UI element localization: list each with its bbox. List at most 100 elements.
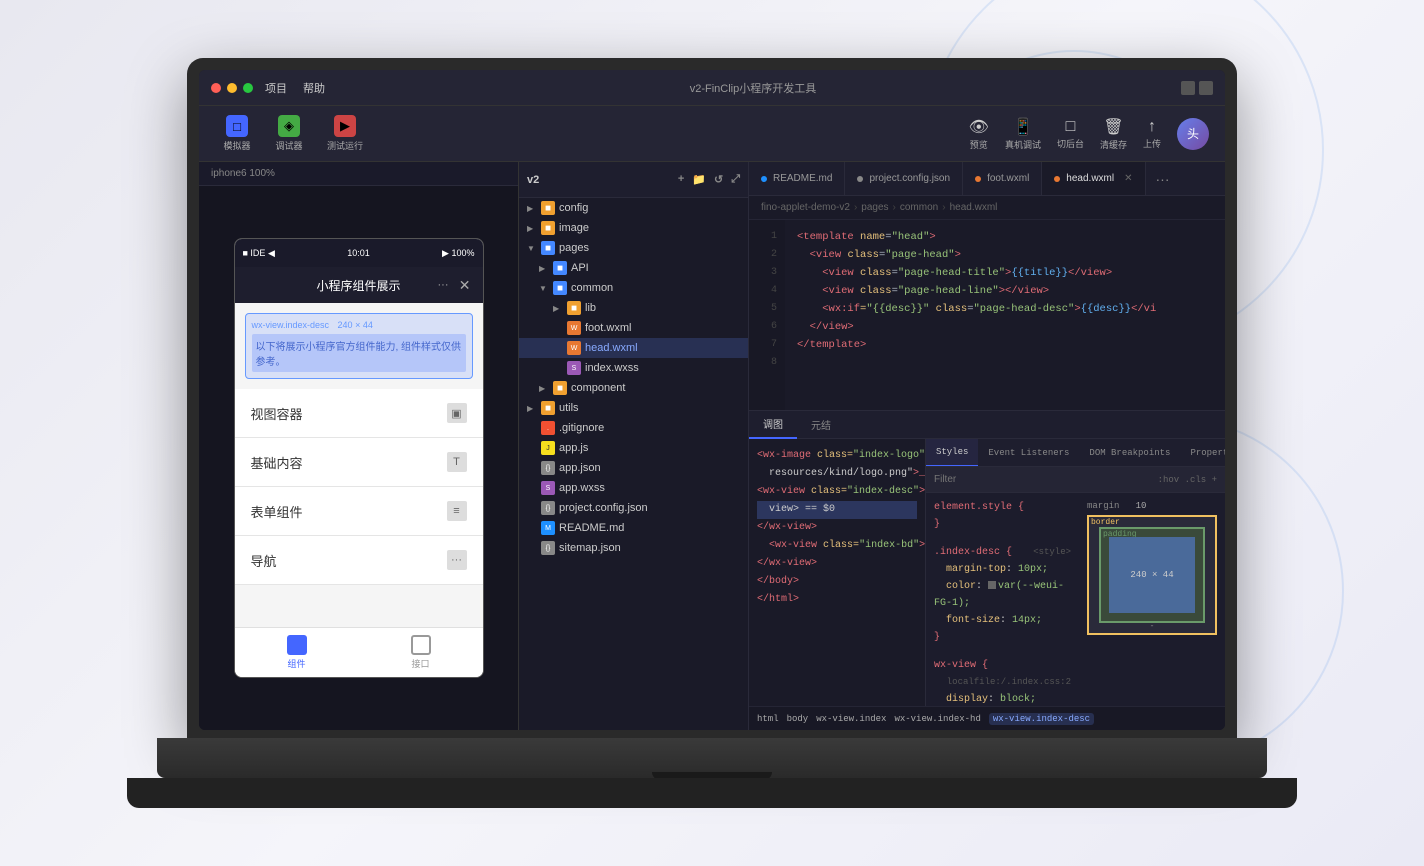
- git-file-icon: .: [541, 421, 555, 435]
- tree-item-readme[interactable]: M README.md: [519, 518, 748, 538]
- styles-tab-event-listeners[interactable]: Event Listeners: [978, 439, 1079, 467]
- editor-panel: README.md project.config.json foot.wxml: [749, 162, 1225, 730]
- folder-icon: ■: [541, 201, 555, 215]
- html-node: <wx-view class="index-desc">以下将展示小程序官方组件…: [757, 483, 917, 501]
- styles-tab-dom-breakpoints[interactable]: DOM Breakpoints: [1079, 439, 1180, 467]
- user-avatar[interactable]: 头: [1177, 118, 1209, 150]
- debug-button[interactable]: ◈ 调试器: [267, 111, 311, 156]
- tab-project-config[interactable]: project.config.json: [845, 162, 963, 196]
- content-size: 240 × 44: [1130, 570, 1173, 580]
- tree-label: app.wxss: [559, 482, 748, 494]
- real-device-icon: 📱: [1013, 117, 1033, 137]
- tree-item-utils[interactable]: ▶ ■ utils: [519, 398, 748, 418]
- phone-status-time: 10:01: [347, 248, 370, 258]
- title-bar: 项目 帮助 v2-FinClip小程序开发工具: [199, 70, 1225, 106]
- menu-project[interactable]: 项目: [265, 80, 287, 96]
- tree-item-index-wxss[interactable]: S index.wxss: [519, 358, 748, 378]
- breadcrumb-item[interactable]: common: [900, 202, 938, 213]
- tree-item-gitignore[interactable]: . .gitignore: [519, 418, 748, 438]
- maximize-button[interactable]: [243, 83, 253, 93]
- styles-tab-properties[interactable]: Properties: [1180, 439, 1225, 467]
- tree-item-head-wxml[interactable]: W head.wxml: [519, 338, 748, 358]
- tree-arrow: ▶: [539, 264, 551, 273]
- phone-nav-api[interactable]: 接口: [411, 635, 431, 670]
- tab-close-icon[interactable]: ✕: [1124, 173, 1132, 184]
- refresh-icon[interactable]: ↺: [714, 173, 723, 186]
- maximize-icon-btn[interactable]: [1199, 81, 1213, 95]
- tree-arrow: ▶: [539, 384, 551, 393]
- tree-item-api[interactable]: ▶ ■ API: [519, 258, 748, 278]
- tree-item-component[interactable]: ▶ ■ component: [519, 378, 748, 398]
- tree-arrow: ▶: [527, 404, 539, 413]
- breadcrumb-item[interactable]: fino-applet-demo-v2: [761, 202, 850, 213]
- tree-item-sitemap[interactable]: {} sitemap.json: [519, 538, 748, 558]
- pseudo-hint[interactable]: :hov .cls +: [1158, 475, 1217, 485]
- devtools-bc-html[interactable]: html: [757, 714, 779, 724]
- close-button[interactable]: [211, 83, 221, 93]
- devtools-tab-bar: 调图 元结: [749, 411, 1225, 439]
- phone-expand-icon[interactable]: ···: [438, 279, 449, 291]
- phone-close-icon[interactable]: ✕: [459, 277, 471, 294]
- tree-item-app-js[interactable]: J app.js: [519, 438, 748, 458]
- devtools-bc-wx-view-index[interactable]: wx-view.index: [816, 714, 886, 724]
- content-box: 240 × 44: [1109, 537, 1195, 613]
- styles-filter-input[interactable]: [934, 474, 1158, 485]
- file-tree-root: v2: [527, 174, 539, 186]
- list-item-form[interactable]: 表单组件 ≡: [235, 487, 483, 536]
- list-item-nav[interactable]: 导航 ···: [235, 536, 483, 585]
- tree-item-pages[interactable]: ▼ ■ pages: [519, 238, 748, 258]
- breadcrumb-item[interactable]: pages: [861, 202, 888, 213]
- new-folder-icon[interactable]: 📁: [692, 173, 706, 186]
- breadcrumb-item[interactable]: head.wxml: [950, 202, 998, 213]
- test-button[interactable]: ▶ 测试运行: [319, 111, 371, 156]
- styles-tab-styles[interactable]: Styles: [926, 439, 978, 467]
- clear-cache-icon: 🗑: [1103, 117, 1123, 137]
- styles-body: element.style { } .index-desc { <st: [926, 493, 1225, 706]
- tab-head-wxml[interactable]: head.wxml ✕: [1042, 162, 1145, 196]
- upload-action[interactable]: ↑ 上传: [1143, 118, 1161, 150]
- simulator-screen: ■ IDE ◀ 10:01 ▶ 100% 小程序组件展示 ··· ✕: [199, 186, 518, 730]
- tree-label: head.wxml: [585, 342, 748, 354]
- tree-item-project-config[interactable]: {} project.config.json: [519, 498, 748, 518]
- preview-icon: 👁: [969, 117, 989, 137]
- tree-item-image[interactable]: ▶ ■ image: [519, 218, 748, 238]
- api-nav-label: 接口: [411, 657, 429, 670]
- clear-cache-action[interactable]: 🗑 清缓存: [1100, 117, 1127, 151]
- devtools-bc-body[interactable]: body: [787, 714, 809, 724]
- minimize-button[interactable]: [227, 83, 237, 93]
- minimize-icon-btn[interactable]: [1181, 81, 1195, 95]
- tab-more-button[interactable]: ···: [1146, 171, 1180, 187]
- tree-item-config[interactable]: ▶ ■ config: [519, 198, 748, 218]
- tab-readme[interactable]: README.md: [749, 162, 845, 196]
- devtools-bc-wx-view-desc[interactable]: wx-view.index-desc: [989, 713, 1094, 725]
- collapse-icon[interactable]: ⤢: [731, 173, 740, 186]
- new-file-icon[interactable]: +: [678, 173, 684, 186]
- tab-foot-wxml[interactable]: foot.wxml: [963, 162, 1042, 196]
- cut-action[interactable]: □ 切后台: [1057, 118, 1084, 150]
- phone-nav-component[interactable]: 组件: [287, 635, 307, 670]
- folder-icon: ■: [541, 401, 555, 415]
- real-device-action[interactable]: 📱 真机调试: [1005, 117, 1041, 151]
- tab-dot: [975, 176, 981, 182]
- devtools-tab-调试[interactable]: 调图: [749, 411, 797, 439]
- tree-item-common[interactable]: ▼ ■ common: [519, 278, 748, 298]
- code-editor[interactable]: 12345678 <template name="head"> <view: [749, 220, 1225, 730]
- preview-action[interactable]: 👁 预览: [969, 117, 989, 151]
- menu-help[interactable]: 帮助: [303, 80, 325, 96]
- tree-item-app-json[interactable]: {} app.json: [519, 458, 748, 478]
- component-nav-icon: [287, 635, 307, 655]
- tree-item-lib[interactable]: ▶ ■ lib: [519, 298, 748, 318]
- tab-dot: [1054, 176, 1060, 182]
- devtools-bc-wx-view-hd[interactable]: wx-view.index-hd: [894, 714, 980, 724]
- editor-tab-bar: README.md project.config.json foot.wxml: [749, 162, 1225, 196]
- test-label: 测试运行: [327, 139, 363, 152]
- code-content[interactable]: <template name="head"> <view class="page…: [785, 220, 1225, 410]
- list-item-basic-content[interactable]: 基础内容 T: [235, 438, 483, 487]
- tree-item-app-wxss[interactable]: S app.wxss: [519, 478, 748, 498]
- component-nav-label: 组件: [287, 657, 305, 670]
- devtools-tab-元素[interactable]: 元结: [797, 411, 845, 439]
- tree-item-foot-wxml[interactable]: W foot.wxml: [519, 318, 748, 338]
- list-item-view-container[interactable]: 视图容器 ▣: [235, 389, 483, 438]
- html-node: <wx-view class="index-bd">_</wx-view>: [757, 537, 917, 555]
- simulate-button[interactable]: □ 模拟器: [215, 111, 259, 156]
